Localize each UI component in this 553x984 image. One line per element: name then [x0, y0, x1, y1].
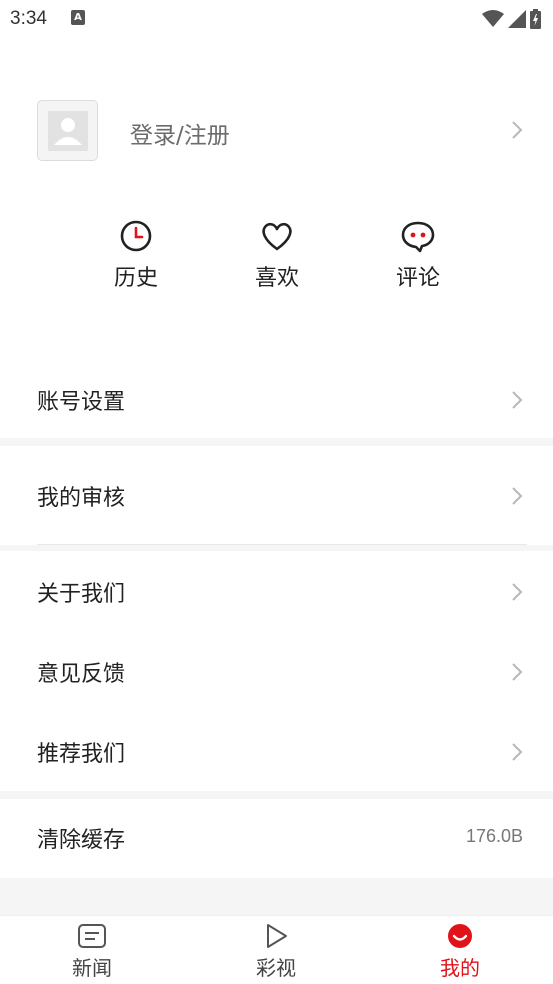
login-row[interactable]: 登录/注册	[0, 98, 553, 164]
login-register-label: 登录/注册	[130, 123, 230, 149]
battery-icon	[530, 9, 541, 29]
bottom-spacer	[0, 878, 553, 915]
chevron-right-icon	[512, 663, 523, 681]
status-bar: 3:34 A	[0, 0, 553, 40]
section-divider	[0, 545, 553, 551]
tab-mine-label: 我的	[440, 956, 480, 980]
clear-cache-label: 清除缓存	[37, 828, 126, 853]
tab-news-label: 新闻	[72, 956, 112, 980]
history-button[interactable]: 历史	[86, 218, 186, 298]
menu-item-recommend-us[interactable]: 推荐我们	[0, 712, 553, 792]
menu-item-account-settings[interactable]: 账号设置	[0, 360, 553, 440]
menu-item-clear-cache[interactable]: 清除缓存 176.0B	[0, 798, 553, 878]
comment-label: 评论	[395, 266, 440, 291]
profile-smile-icon	[448, 924, 472, 948]
cache-size-value: 176.0B	[465, 826, 523, 846]
like-button[interactable]: 喜欢	[227, 218, 327, 298]
chevron-right-icon	[512, 391, 523, 409]
history-label: 历史	[113, 266, 158, 291]
menu-item-about-us[interactable]: 关于我们	[0, 552, 553, 632]
tab-video[interactable]: 彩视	[226, 922, 326, 981]
menu-item-feedback[interactable]: 意见反馈	[0, 632, 553, 712]
about-us-label: 关于我们	[37, 582, 126, 607]
bottom-tab-bar: 新闻 彩视 我的	[0, 915, 553, 984]
menu-item-my-review[interactable]: 我的审核	[0, 456, 553, 536]
avatar-placeholder-icon	[48, 111, 88, 151]
comment-button[interactable]: 评论	[368, 218, 468, 298]
tab-mine[interactable]: 我的	[410, 922, 510, 981]
recommend-us-label: 推荐我们	[37, 742, 126, 767]
account-settings-label: 账号设置	[37, 390, 126, 415]
notification-icon: A	[71, 10, 85, 25]
news-icon	[78, 924, 106, 948]
like-label: 喜欢	[254, 266, 299, 291]
section-divider	[0, 438, 553, 446]
avatar[interactable]	[37, 100, 98, 161]
heart-icon	[262, 222, 292, 251]
tab-news[interactable]: 新闻	[42, 922, 142, 981]
chevron-right-icon	[512, 743, 523, 761]
play-icon	[267, 924, 287, 948]
tab-video-label: 彩视	[256, 956, 296, 980]
wifi-icon	[482, 10, 504, 27]
comment-icon	[401, 221, 435, 253]
chevron-right-icon	[512, 121, 523, 139]
my-review-label: 我的审核	[37, 486, 126, 511]
status-indicators	[482, 8, 541, 30]
feedback-label: 意见反馈	[37, 662, 126, 687]
chevron-right-icon	[512, 583, 523, 601]
chevron-right-icon	[512, 487, 523, 505]
signal-icon	[508, 10, 526, 28]
status-time: 3:34	[10, 8, 47, 29]
clock-icon	[120, 220, 152, 252]
